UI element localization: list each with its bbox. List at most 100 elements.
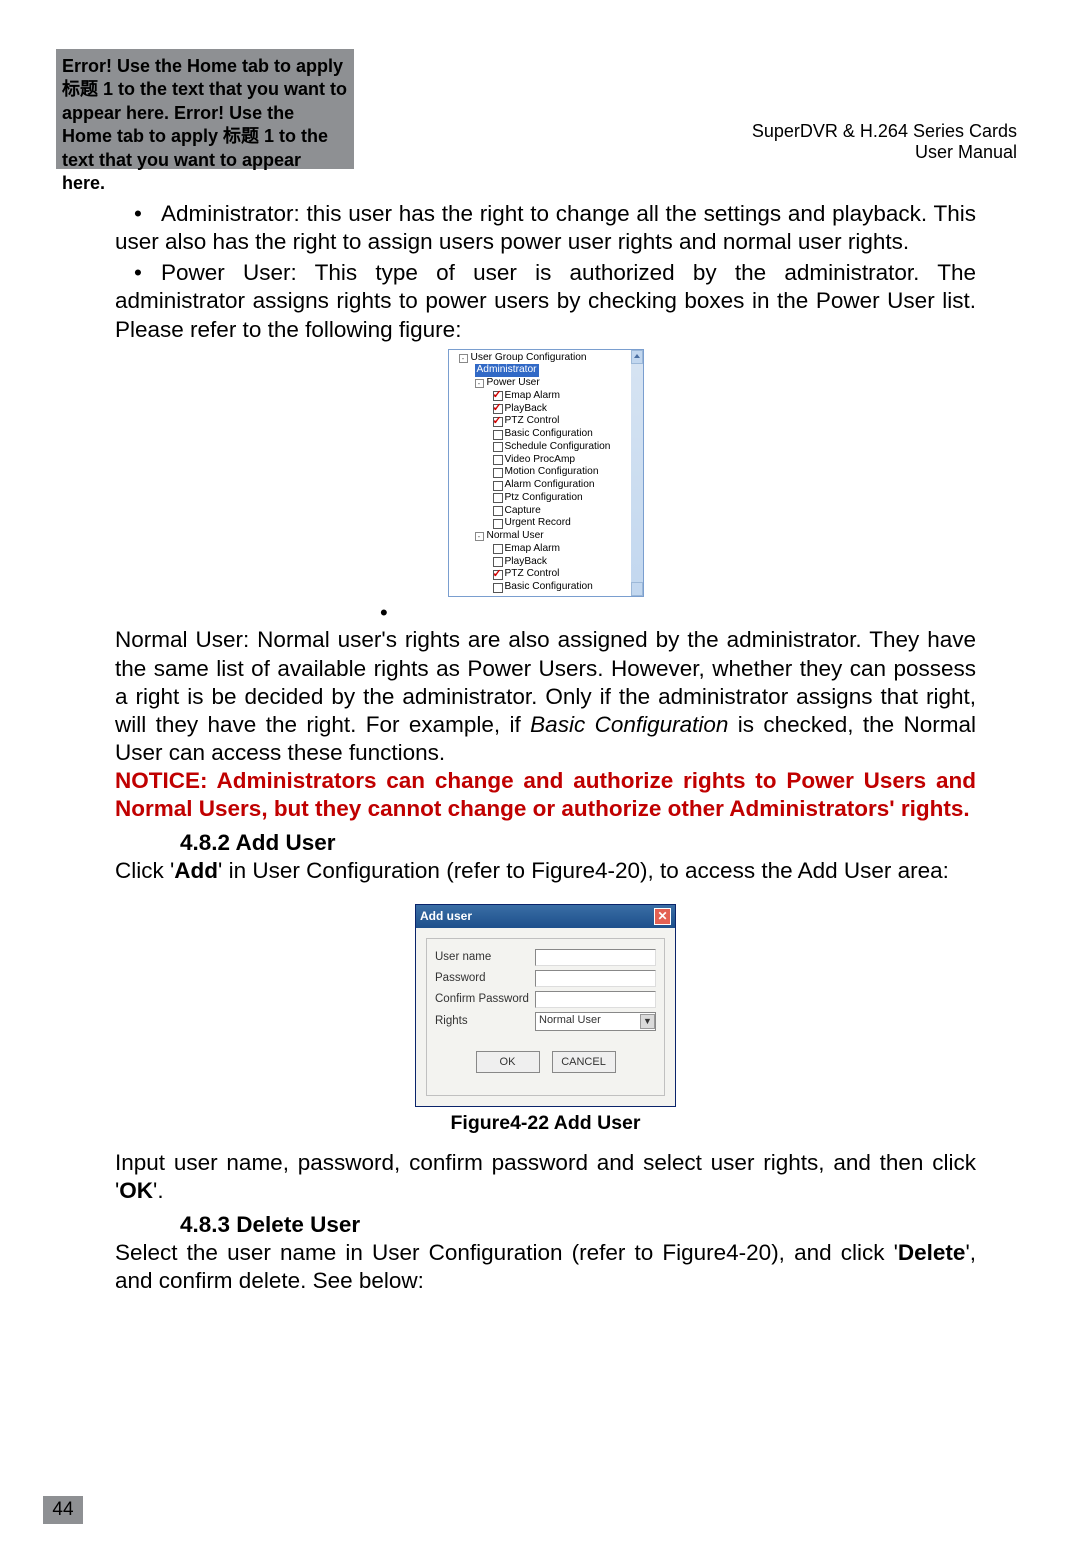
tree-item[interactable]: PTZ Control <box>453 568 641 581</box>
bullet-icon: • <box>115 200 161 228</box>
tree-item-label: PTZ Control <box>505 415 560 428</box>
label-confirm-password: Confirm Password <box>435 992 535 1006</box>
confirm-password-input[interactable] <box>535 991 656 1008</box>
tree-item[interactable]: Ptz Configuration <box>453 492 641 505</box>
doc-subtitle: User Manual <box>915 142 1017 163</box>
tree-item[interactable]: Urgent Record <box>453 517 641 530</box>
tree-item-label: Schedule Configuration <box>505 441 611 454</box>
text-run: Click ' <box>115 858 174 883</box>
rights-select[interactable]: Normal User ▼ <box>535 1012 656 1031</box>
text-bold: Delete <box>898 1240 966 1265</box>
tree-item[interactable]: Schedule Configuration <box>453 441 641 454</box>
tree-item[interactable]: PTZ Control <box>453 415 641 428</box>
header-error-box: Error! Use the Home tab to apply 标题 1 to… <box>56 49 354 169</box>
tree-admin[interactable]: Administrator <box>453 364 641 377</box>
username-input[interactable] <box>535 949 656 966</box>
checkbox-icon[interactable] <box>493 455 503 465</box>
text-run: ' in User Configuration (refer to Figure… <box>218 858 949 883</box>
label-password: Password <box>435 971 535 985</box>
tree-admin-label: Administrator <box>475 364 539 377</box>
tree-item-label: Emap Alarm <box>505 543 560 556</box>
text-run: Input user name, password, confirm passw… <box>115 1150 976 1203</box>
section-482: 4.8.2 Add User <box>180 829 976 857</box>
expander-icon[interactable]: - <box>459 354 468 363</box>
close-icon[interactable]: ✕ <box>654 908 671 925</box>
tree-item[interactable]: PlayBack <box>453 556 641 569</box>
text-em: Basic Configuration <box>530 712 728 737</box>
text-run: '. <box>153 1178 164 1203</box>
expander-icon[interactable]: - <box>475 379 484 388</box>
para-normaluser: Normal User: Normal user's rights are al… <box>115 626 976 767</box>
checkbox-icon[interactable] <box>493 468 503 478</box>
tree-item-label: Emap Alarm <box>505 390 560 403</box>
product-name: SuperDVR & H.264 Series Cards <box>752 121 1017 142</box>
tree-item-label: Capture <box>505 505 541 518</box>
tree-scrollbar[interactable] <box>631 350 643 596</box>
row-rights: Rights Normal User ▼ <box>435 1012 656 1031</box>
tree-root[interactable]: -User Group Configuration <box>453 352 641 365</box>
checkbox-icon[interactable] <box>493 583 503 593</box>
tree-item-label: Video ProcAmp <box>505 454 576 467</box>
header-right: SuperDVR & H.264 Series Cards User Manua… <box>354 49 1017 169</box>
tree-normaluser[interactable]: -Normal User <box>453 530 641 543</box>
checkbox-icon[interactable] <box>493 519 503 529</box>
notice-text: NOTICE: Administrators can change and au… <box>115 767 976 823</box>
checkbox-icon[interactable] <box>493 570 503 580</box>
tree-item-label: Alarm Configuration <box>505 479 595 492</box>
checkbox-icon[interactable] <box>493 430 503 440</box>
dialog-titlebar: Add user ✕ <box>416 905 675 928</box>
tree-item[interactable]: Video ProcAmp <box>453 454 641 467</box>
dialog-buttons: OK CANCEL <box>435 1051 656 1073</box>
tree-item-label: Motion Configuration <box>505 466 599 479</box>
para-input-instructions: Input user name, password, confirm passw… <box>115 1149 976 1205</box>
row-username: User name <box>435 949 656 966</box>
tree-item[interactable]: PlayBack <box>453 403 641 416</box>
password-input[interactable] <box>535 970 656 987</box>
figure-caption: Figure4-22 Add User <box>115 1111 976 1135</box>
tree-nu-label: Normal User <box>487 530 544 543</box>
para-poweruser: •Power User: This type of user is author… <box>115 259 976 343</box>
checkbox-icon[interactable] <box>493 506 503 516</box>
page-content: •Administrator: this user has the right … <box>115 200 976 1296</box>
section-483: 4.8.3 Delete User <box>180 1211 976 1239</box>
checkbox-icon[interactable] <box>493 417 503 427</box>
checkbox-icon[interactable] <box>493 493 503 503</box>
tree-item-label: Basic Configuration <box>505 581 593 594</box>
para-deleteuser: Select the user name in User Configurati… <box>115 1239 976 1295</box>
tree-item[interactable]: Capture <box>453 505 641 518</box>
tree-item-label: PlayBack <box>505 403 547 416</box>
para-adduser-intro: Click 'Add' in User Configuration (refer… <box>115 857 976 885</box>
user-group-tree: -User Group Configuration Administrator … <box>448 349 644 597</box>
dialog-title-label: Add user <box>420 909 472 924</box>
text-bold: Add <box>174 858 218 883</box>
tree-item[interactable]: Alarm Configuration <box>453 479 641 492</box>
tree-item[interactable]: Emap Alarm <box>453 390 641 403</box>
bullet-icon: • <box>380 599 976 627</box>
tree-poweruser[interactable]: -Power User <box>453 377 641 390</box>
scroll-up-icon[interactable] <box>634 354 640 358</box>
checkbox-icon[interactable] <box>493 404 503 414</box>
text-run: Select the user name in User Configurati… <box>115 1240 898 1265</box>
scroll-down-icon[interactable] <box>634 588 640 592</box>
tree-root-label: User Group Configuration <box>471 352 587 365</box>
page-number: 44 <box>43 1496 83 1524</box>
row-password: Password <box>435 970 656 987</box>
chevron-down-icon[interactable]: ▼ <box>640 1014 655 1029</box>
checkbox-icon[interactable] <box>493 544 503 554</box>
tree-item[interactable]: Motion Configuration <box>453 466 641 479</box>
checkbox-icon[interactable] <box>493 481 503 491</box>
tree-item[interactable]: Basic Configuration <box>453 428 641 441</box>
bullet-icon: • <box>115 259 161 287</box>
dialog-body: User name Password Confirm Password Righ… <box>426 938 665 1096</box>
tree-item[interactable]: Emap Alarm <box>453 543 641 556</box>
ok-button[interactable]: OK <box>476 1051 540 1073</box>
tree-item-label: Basic Configuration <box>505 428 593 441</box>
checkbox-icon[interactable] <box>493 557 503 567</box>
checkbox-icon[interactable] <box>493 442 503 452</box>
tree-pu-label: Power User <box>487 377 540 390</box>
checkbox-icon[interactable] <box>493 391 503 401</box>
tree-item-label: PTZ Control <box>505 568 560 581</box>
expander-icon[interactable]: - <box>475 532 484 541</box>
cancel-button[interactable]: CANCEL <box>552 1051 616 1073</box>
tree-item[interactable]: Basic Configuration <box>453 581 641 594</box>
